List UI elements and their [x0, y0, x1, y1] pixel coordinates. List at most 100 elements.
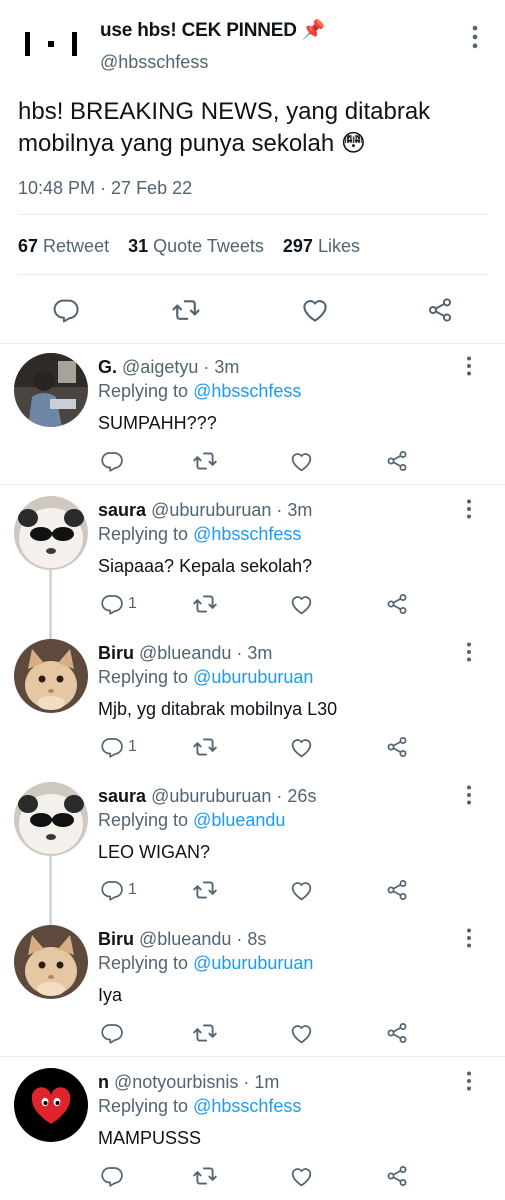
- reply-header: saura @uburuburuan · 26s: [98, 786, 316, 807]
- retweet-icon[interactable]: [192, 875, 218, 905]
- retweet-stat[interactable]: 67 Retweet: [18, 236, 109, 256]
- reply-action[interactable]: 1: [100, 732, 137, 762]
- reply-tweet[interactable]: G. @aigetyu · 3m Replying to @hbsschfess…: [0, 343, 505, 483]
- reply-header: G. @aigetyu · 3m: [98, 357, 239, 378]
- replying-to-link[interactable]: @hbsschfess: [193, 381, 301, 401]
- reply-handle-time[interactable]: @uburuburuan · 26s: [151, 786, 316, 806]
- likes-count: 297: [282, 236, 313, 256]
- replying-to-link[interactable]: @hbsschfess: [193, 1096, 301, 1116]
- more-vertical-icon[interactable]: [463, 1070, 475, 1092]
- share-icon[interactable]: [385, 732, 409, 762]
- reply-text: SUMPAHH???: [98, 413, 217, 433]
- like-icon[interactable]: [289, 732, 314, 762]
- replying-to: Replying to @uburuburuan: [98, 667, 313, 688]
- like-icon[interactable]: [289, 1161, 314, 1191]
- replying-to-link[interactable]: @uburuburuan: [193, 953, 313, 973]
- replying-label: Replying to: [98, 953, 189, 973]
- reply-tweet[interactable]: Biru @blueandu · 8s Replying to @uburubu…: [0, 915, 505, 1055]
- reply-action[interactable]: [100, 1018, 128, 1048]
- retweet-icon[interactable]: [166, 288, 206, 332]
- replying-to-link[interactable]: @uburuburuan: [193, 667, 313, 687]
- like-icon[interactable]: [289, 446, 314, 476]
- reply-tweet[interactable]: saura @uburuburuan · 26s Replying to @bl…: [0, 772, 505, 915]
- retweet-icon[interactable]: [192, 732, 218, 762]
- like-icon[interactable]: [289, 875, 314, 905]
- reply-handle-time[interactable]: @blueandu · 8s: [139, 929, 266, 949]
- avatar[interactable]: [14, 496, 88, 570]
- retweet-icon[interactable]: [192, 589, 218, 619]
- reply-handle-time[interactable]: @blueandu · 3m: [139, 643, 272, 663]
- reply-display-name[interactable]: G.: [98, 357, 117, 377]
- like-icon[interactable]: [289, 1018, 314, 1048]
- avatar[interactable]: [14, 639, 88, 713]
- share-icon[interactable]: [420, 288, 460, 332]
- more-vertical-icon[interactable]: [467, 24, 483, 50]
- reply-display-name[interactable]: saura: [98, 500, 146, 520]
- more-vertical-icon[interactable]: [463, 355, 475, 377]
- replying-label: Replying to: [98, 667, 189, 687]
- reply-icon: [100, 1021, 124, 1045]
- avatar[interactable]: [14, 1068, 88, 1142]
- replying-to-link[interactable]: @blueandu: [193, 810, 285, 830]
- avatar[interactable]: [14, 782, 88, 856]
- reply-action[interactable]: [100, 1161, 128, 1191]
- reply-icon: [100, 878, 124, 902]
- reply-icon: [100, 735, 124, 759]
- quote-stat[interactable]: 31 Quote Tweets: [128, 236, 264, 256]
- reply-icon: [100, 449, 124, 473]
- reply-tweet[interactable]: Biru @blueandu · 3m Replying to @uburubu…: [0, 629, 505, 772]
- reply-actions: 1: [0, 732, 505, 762]
- reply-text: LEO WIGAN?: [98, 842, 211, 862]
- profile-logo[interactable]: [18, 26, 84, 62]
- divider: [18, 274, 488, 275]
- reply-display-name[interactable]: saura: [98, 786, 146, 806]
- reply-display-name[interactable]: Biru: [98, 929, 134, 949]
- more-vertical-icon[interactable]: [463, 784, 475, 806]
- retweet-icon[interactable]: [192, 446, 218, 476]
- reply-icon[interactable]: [46, 288, 86, 332]
- main-display-name[interactable]: use hbs! CEK PINNED 📌: [100, 18, 326, 42]
- reply-count: 1: [128, 595, 137, 612]
- replying-to: Replying to @hbsschfess: [98, 381, 301, 402]
- share-icon[interactable]: [385, 446, 409, 476]
- reply-action[interactable]: 1: [100, 589, 137, 619]
- like-icon[interactable]: [295, 288, 335, 332]
- likes-label: Likes: [317, 236, 360, 256]
- reply-action[interactable]: 1: [100, 875, 137, 905]
- reply-action[interactable]: [100, 446, 128, 476]
- retweet-icon[interactable]: [192, 1161, 218, 1191]
- divider: [18, 214, 488, 215]
- separator: [0, 1056, 505, 1057]
- replying-label: Replying to: [98, 381, 189, 401]
- share-icon[interactable]: [385, 875, 409, 905]
- retweet-label: Retweet: [43, 236, 110, 256]
- reply-tweet[interactable]: saura @uburuburuan · 3m Replying to @hbs…: [0, 486, 505, 629]
- reply-handle-time[interactable]: @notyourbisnis · 1m: [114, 1072, 279, 1092]
- reply-text: MAMPUSSS: [98, 1128, 202, 1148]
- more-vertical-icon[interactable]: [463, 498, 475, 520]
- reply-display-name[interactable]: n: [98, 1072, 109, 1092]
- reply-handle-time[interactable]: @uburuburuan · 3m: [151, 500, 312, 520]
- reply-header: Biru @blueandu · 8s: [98, 929, 266, 950]
- avatar[interactable]: [14, 925, 88, 999]
- main-tweet-timestamp[interactable]: 10:48 PM · 27 Feb 22: [18, 178, 192, 199]
- share-icon[interactable]: [385, 1018, 409, 1048]
- like-icon[interactable]: [289, 589, 314, 619]
- more-vertical-icon[interactable]: [463, 641, 475, 663]
- reply-actions: [0, 1161, 505, 1191]
- reply-text: Siapaaa? Kepala sekolah?: [98, 556, 313, 576]
- reply-display-name[interactable]: Biru: [98, 643, 134, 663]
- avatar[interactable]: [14, 353, 88, 427]
- replying-to: Replying to @uburuburuan: [98, 953, 313, 974]
- share-icon[interactable]: [385, 1161, 409, 1191]
- more-vertical-icon[interactable]: [463, 927, 475, 949]
- replying-label: Replying to: [98, 524, 189, 544]
- reply-header: n @notyourbisnis · 1m: [98, 1072, 279, 1093]
- reply-tweet[interactable]: n @notyourbisnis · 1m Replying to @hbssc…: [0, 1058, 505, 1200]
- main-handle[interactable]: @hbsschfess: [100, 52, 208, 73]
- share-icon[interactable]: [385, 589, 409, 619]
- reply-handle-time[interactable]: @aigetyu · 3m: [122, 357, 239, 377]
- replying-to-link[interactable]: @hbsschfess: [193, 524, 301, 544]
- retweet-icon[interactable]: [192, 1018, 218, 1048]
- likes-stat[interactable]: 297 Likes: [283, 236, 360, 256]
